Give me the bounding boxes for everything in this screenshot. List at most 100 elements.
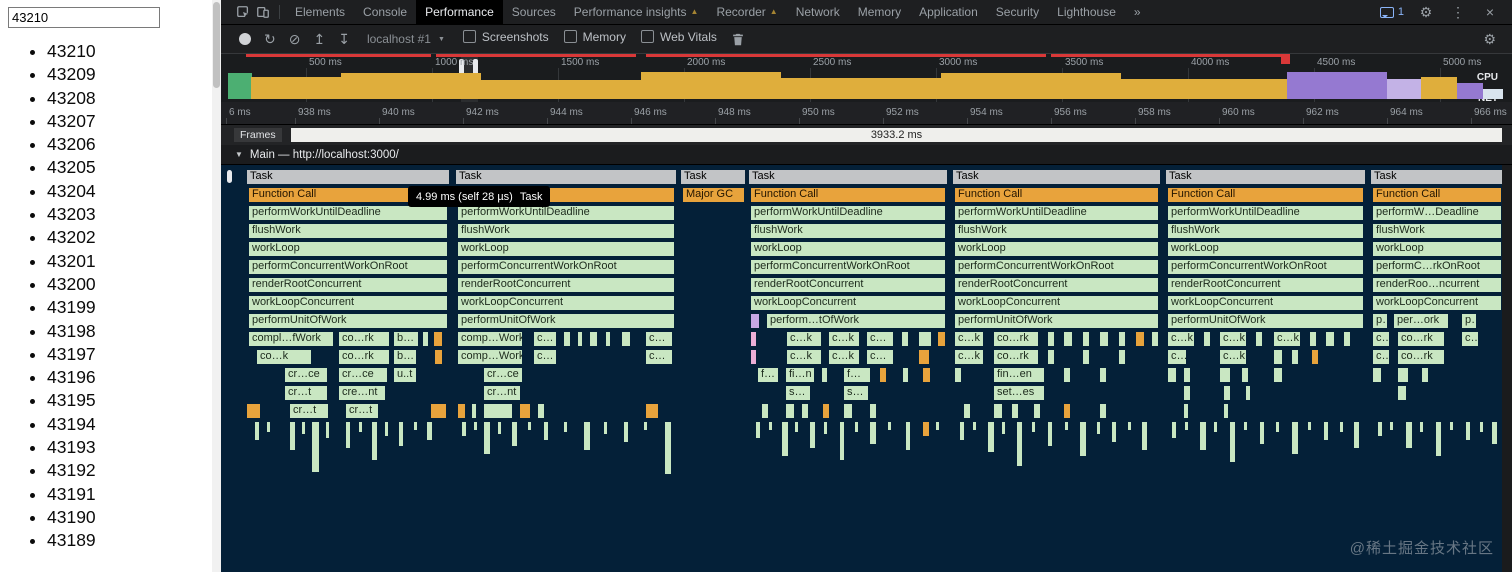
tab-recorder[interactable]: Recorder ▲ (707, 0, 786, 24)
flame-entry[interactable] (1171, 421, 1177, 439)
flame-entry[interactable]: c… (533, 331, 557, 347)
flame-entry[interactable] (1033, 403, 1041, 419)
flame-entry[interactable]: c… (1372, 331, 1390, 347)
flame-entry[interactable]: performConcurrentWorkOnRoot (750, 259, 946, 275)
flame-entry[interactable] (905, 421, 911, 451)
flame-entry[interactable]: c… (533, 349, 557, 365)
flame-entry[interactable] (1255, 331, 1263, 347)
flame-entry[interactable] (781, 421, 789, 457)
flame-entry[interactable] (1372, 367, 1382, 383)
flame-entry[interactable] (483, 421, 491, 455)
flame-entry[interactable]: b… (393, 331, 419, 347)
flame-entry[interactable] (430, 403, 447, 419)
flame-entry[interactable] (1339, 421, 1344, 433)
flame-entry[interactable]: flushWork (248, 223, 448, 239)
flame-entry[interactable]: s… (785, 385, 811, 401)
clear-icon[interactable]: ⊘ (289, 31, 301, 48)
checkbox-web-vitals[interactable]: Web Vitals (640, 30, 717, 44)
flame-entry[interactable] (1243, 421, 1248, 431)
checkbox-box[interactable] (462, 30, 476, 44)
flame-entry[interactable] (1259, 421, 1265, 445)
checkbox-screenshots[interactable]: Screenshots (462, 30, 549, 44)
flame-entry[interactable] (1151, 331, 1159, 347)
flame-entry[interactable] (1491, 421, 1498, 445)
flame-entry[interactable]: cr…t (284, 385, 328, 401)
flame-entry[interactable] (954, 367, 962, 383)
device-toolbar-icon[interactable] (253, 2, 273, 22)
flame-entry[interactable]: renderRoo…ncurrent (1372, 277, 1502, 293)
flame-entry[interactable] (461, 421, 467, 437)
flame-entry[interactable] (537, 403, 545, 419)
flame-entry[interactable] (413, 421, 418, 431)
flame-entry[interactable] (1291, 421, 1299, 455)
flame-entry[interactable] (750, 349, 757, 365)
flame-entry[interactable] (937, 331, 946, 347)
flame-entry[interactable]: fi…n (785, 367, 815, 383)
flame-entry[interactable]: f… (757, 367, 779, 383)
flame-entry[interactable]: workLoopConcurrent (1167, 295, 1364, 311)
flame-entry[interactable]: comp…Work (457, 331, 523, 347)
flame-entry[interactable]: performConcurrentWorkOnRoot (954, 259, 1159, 275)
flame-entry[interactable] (1031, 421, 1036, 433)
flame-entry[interactable] (1082, 349, 1090, 365)
flame-entry[interactable]: c…k (828, 331, 860, 347)
flame-entry[interactable]: workLoopConcurrent (750, 295, 946, 311)
tab-application[interactable]: Application (910, 0, 987, 24)
flame-entry[interactable] (755, 421, 761, 439)
flame-entry[interactable] (1241, 367, 1249, 383)
flame-entry[interactable] (345, 421, 351, 449)
flame-entry[interactable]: cr…nt (483, 385, 521, 401)
reload-and-record-icon[interactable]: ↻ (264, 31, 276, 48)
flame-entry[interactable] (589, 331, 598, 347)
flame-entry[interactable] (1449, 421, 1454, 431)
flame-entry[interactable]: co…rk (1397, 349, 1445, 365)
flame-entry[interactable]: performUnitOfWork (954, 313, 1159, 329)
flame-entry[interactable] (1135, 331, 1145, 347)
frame-bar[interactable]: 3933.2 ms (291, 128, 1502, 142)
flame-entry[interactable] (1099, 367, 1107, 383)
tab-sources[interactable]: Sources (503, 0, 565, 24)
flame-entry[interactable]: c… (1372, 349, 1390, 365)
flame-entry[interactable]: u..t (393, 367, 417, 383)
kebab-menu-icon[interactable]: ⋮ (1448, 2, 1468, 22)
record-icon[interactable] (239, 33, 251, 45)
task-bar[interactable]: Task (246, 169, 450, 185)
flame-entry[interactable]: c…k (1219, 349, 1247, 365)
flame-entry[interactable] (822, 403, 830, 419)
flame-entry[interactable]: cr…ce (338, 367, 388, 383)
flame-entry[interactable] (1275, 421, 1280, 433)
flame-entry[interactable] (483, 403, 513, 419)
flame-entry[interactable] (1291, 349, 1299, 365)
flame-entry[interactable] (1435, 421, 1442, 457)
flame-entry[interactable] (358, 421, 363, 433)
settings-gear-icon[interactable]: ⚙ (1416, 2, 1436, 22)
flame-entry[interactable] (605, 331, 611, 347)
flame-entry[interactable] (543, 421, 549, 441)
flame-entry[interactable]: c…k (1219, 331, 1247, 347)
flame-entry[interactable]: workLoop (954, 241, 1159, 257)
flame-entry[interactable]: co…rk (338, 349, 390, 365)
task-bar[interactable]: Task (748, 169, 948, 185)
flame-entry[interactable]: cre…nt (338, 385, 386, 401)
capture-settings-gear-icon[interactable]: ⚙ (1483, 31, 1496, 48)
flame-entry[interactable]: c… (1461, 331, 1479, 347)
flame-entry[interactable]: co…k (256, 349, 312, 365)
flame-entry[interactable] (563, 421, 568, 433)
flame-entry[interactable] (935, 421, 940, 431)
flame-entry[interactable] (254, 421, 260, 441)
page-scrollbar-thumb[interactable] (213, 2, 220, 88)
flame-entry[interactable]: p… (1372, 313, 1388, 329)
flame-entry[interactable]: co…rk (338, 331, 390, 347)
flame-entry[interactable] (1323, 421, 1329, 441)
flame-entry[interactable] (1223, 403, 1229, 419)
flame-entry[interactable] (1199, 421, 1207, 451)
flame-entry[interactable]: c…k (954, 349, 984, 365)
flame-entry[interactable] (471, 403, 477, 419)
flame-entry[interactable]: workLoopConcurrent (248, 295, 448, 311)
flame-entry[interactable] (1353, 421, 1360, 449)
flame-entry[interactable]: performConcurrentWorkOnRoot (248, 259, 448, 275)
flame-entry[interactable] (1111, 421, 1117, 443)
flame-entry[interactable]: performConcurrentWorkOnRoot (1167, 259, 1364, 275)
flame-entry[interactable]: c… (866, 349, 894, 365)
flame-entry[interactable] (577, 331, 583, 347)
